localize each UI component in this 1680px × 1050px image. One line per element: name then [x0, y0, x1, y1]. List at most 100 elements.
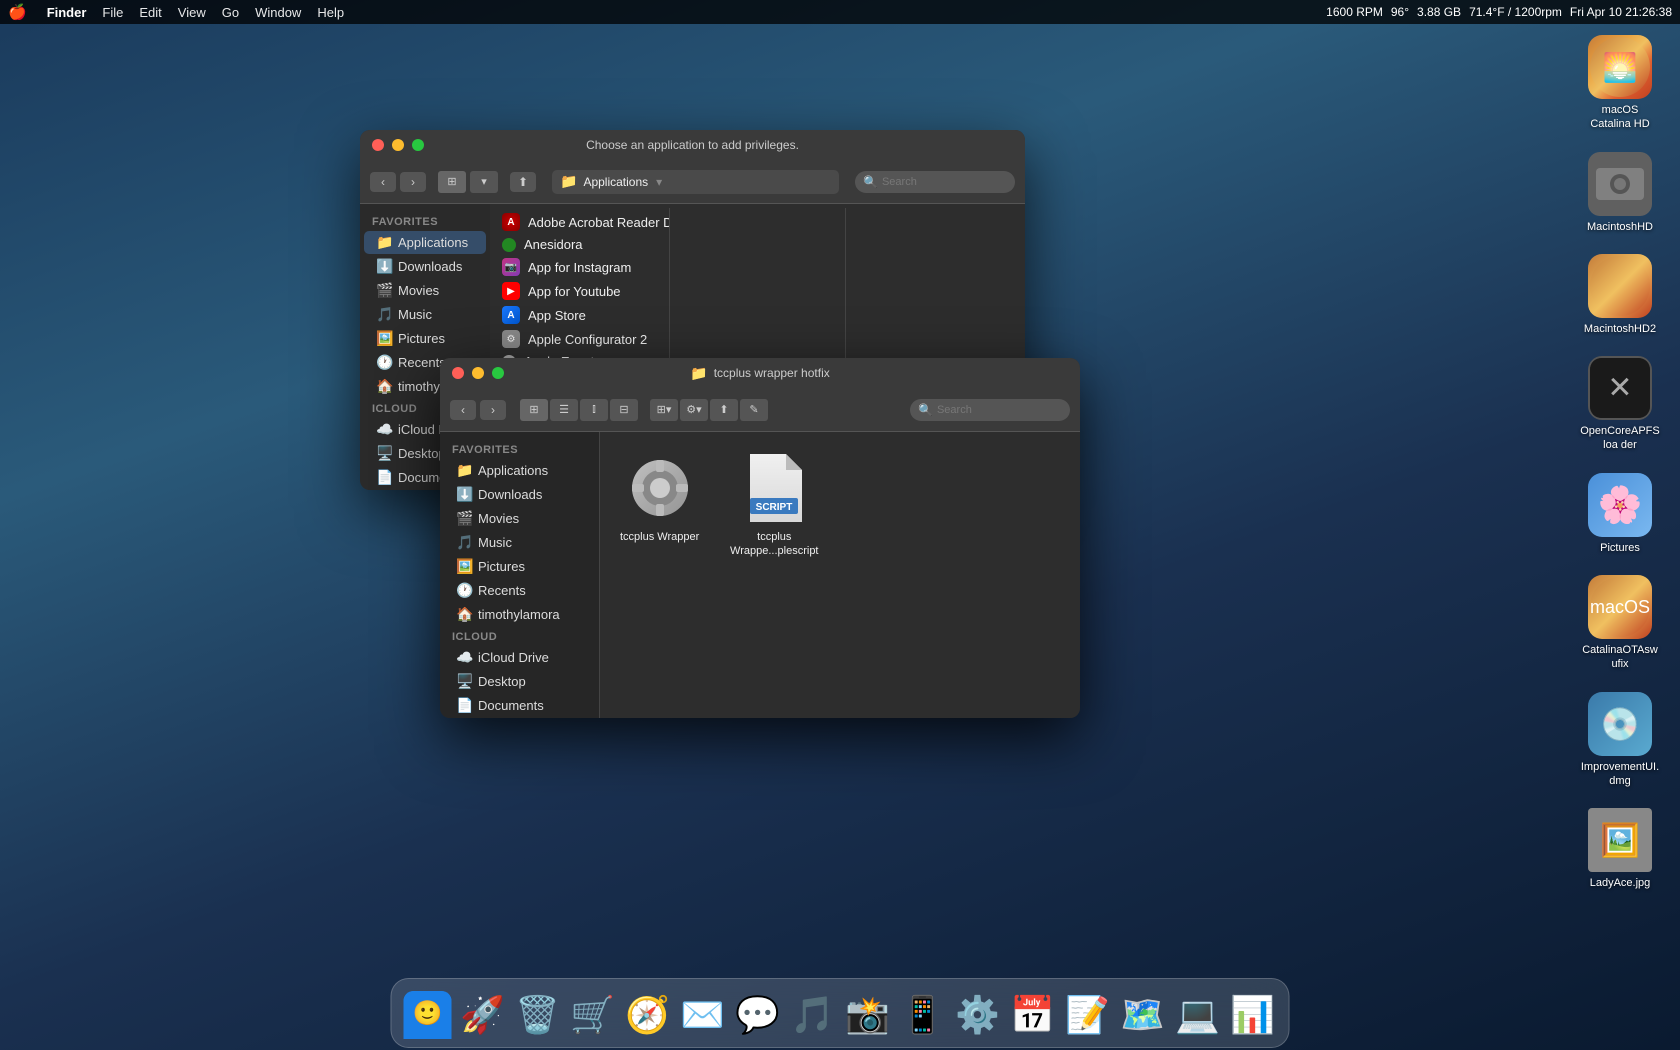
tccplus-wrapper-item[interactable]: tccplus Wrapper [620, 452, 699, 544]
file-item-configurator[interactable]: ⚙ Apple Configurator 2 [490, 327, 669, 351]
tccplus-script-item[interactable]: SCRIPT tccplus Wrappe...plescript [729, 452, 819, 559]
desktop-icon-catalinaota[interactable]: macOS CatalinaOTAswufix [1580, 575, 1660, 672]
dock-calendar[interactable]: 📅 [1007, 989, 1059, 1041]
dock-notes[interactable]: 📝 [1062, 989, 1114, 1041]
fg-sidebar-applications[interactable]: 📁 Applications [444, 459, 595, 482]
movies-icon: 🎬 [376, 282, 392, 299]
dock-terminal[interactable]: 💻 [1172, 989, 1224, 1041]
favorites-label: Favorites [360, 212, 490, 230]
fg-back-button[interactable]: ‹ [450, 400, 476, 420]
sidebar-item-label: Downloads [398, 259, 462, 274]
menubar-left: 🍎 Finder File Edit View Go Window Help [8, 3, 344, 21]
file-item-adobe[interactable]: A Adobe Acrobat Reader DC [490, 210, 669, 234]
fg-icloud-label: iCloud [440, 627, 599, 645]
desktop-icon-ladyace[interactable]: 🖼️ LadyAce.jpg [1580, 808, 1660, 890]
dock-activity[interactable]: 📊 [1227, 989, 1279, 1041]
file-item-appstore[interactable]: A App Store [490, 303, 669, 327]
file-item-youtube[interactable]: ▶ App for Youtube [490, 279, 669, 303]
menubar-window[interactable]: Window [255, 5, 301, 20]
fg-favorites-label: Favorites [440, 440, 599, 458]
sidebar-item-label: iCloud Drive [478, 650, 549, 665]
fg-forward-button[interactable]: › [480, 400, 506, 420]
apple-menu[interactable]: 🍎 [8, 3, 27, 21]
sidebar-item-label: Applications [398, 235, 468, 250]
fg-cover-view[interactable]: ⊟ [610, 399, 638, 421]
desktop-icon-macintoshhd2[interactable]: MacintoshHD2 [1580, 254, 1660, 336]
sidebar-item-applications[interactable]: 📁 Applications [364, 231, 486, 254]
menubar: 🍎 Finder File Edit View Go Window Help 1… [0, 0, 1680, 24]
documents-icon: 📄 [376, 469, 392, 486]
file-item-anesidora[interactable]: Anesidora [490, 234, 669, 255]
menubar-file[interactable]: File [102, 5, 123, 20]
fg-groupby-btn[interactable]: ⊞▾ [650, 399, 678, 421]
fg-minimize-button[interactable] [472, 367, 484, 379]
sidebar-item-label: Pictures [478, 559, 525, 574]
dock-music[interactable]: 🎵 [787, 989, 839, 1041]
sidebar-item-music[interactable]: 🎵 Music [364, 303, 486, 326]
dock: 🙂 🚀 🗑️ 🛒 🧭 ✉️ 💬 🎵 📸 📱 ⚙️ 📅 📝 🗺️ 💻 📊 [391, 978, 1290, 1048]
fg-share-btn[interactable]: ⬆ [710, 399, 738, 421]
maximize-button[interactable] [412, 139, 424, 151]
dock-photos[interactable]: 📸 [842, 989, 894, 1041]
fg-maximize-button[interactable] [492, 367, 504, 379]
menubar-help[interactable]: Help [317, 5, 344, 20]
sidebar-item-movies[interactable]: 🎬 Movies [364, 279, 486, 302]
menubar-go[interactable]: Go [222, 5, 239, 20]
fg-sidebar-desktop[interactable]: 🖥️ Desktop [444, 670, 595, 693]
file-item-instagram[interactable]: 📷 App for Instagram [490, 255, 669, 279]
desktop-icon-pictures[interactable]: 🌸 Pictures [1580, 473, 1660, 555]
view-select: ⊞ ▾ [438, 171, 498, 193]
fg-sidebar-recents[interactable]: 🕐 Recents [444, 579, 595, 602]
tccplus-wrapper-label: tccplus Wrapper [620, 530, 699, 544]
dock-maps[interactable]: 🗺️ [1117, 989, 1169, 1041]
fg-content-area: tccplus Wrapper [600, 432, 1080, 718]
desktop-icon-macintoshhd[interactable]: MacintoshHD [1580, 152, 1660, 234]
fg-sidebar-home[interactable]: 🏠 timothylamora [444, 603, 595, 626]
dock-finder[interactable]: 🙂 [402, 989, 454, 1041]
file-name: App Store [528, 308, 586, 323]
fg-grid-view[interactable]: ⊞ [520, 399, 548, 421]
view-dropdown[interactable]: ▾ [470, 171, 498, 193]
location-bar: 📁 Applications ▾ [552, 170, 839, 194]
search-bar[interactable]: 🔍 Search [855, 171, 1015, 193]
fg-sidebar-downloads[interactable]: ⬇️ Downloads [444, 483, 595, 506]
minimize-button[interactable] [392, 139, 404, 151]
dock-safari[interactable]: 🧭 [622, 989, 674, 1041]
dock-mail[interactable]: ✉️ [677, 989, 729, 1041]
forward-button[interactable]: › [400, 172, 426, 192]
icloud-icon: ☁️ [376, 421, 392, 438]
fg-sidebar-music[interactable]: 🎵 Music [444, 531, 595, 554]
desktop-icon-improvement[interactable]: 💿 ImprovementUI.dmg [1580, 692, 1660, 789]
fg-edit-btn[interactable]: ✎ [740, 399, 768, 421]
search-icon: 🔍 [863, 175, 878, 189]
fg-search-bar[interactable]: 🔍 Search [910, 399, 1070, 421]
sidebar-item-downloads[interactable]: ⬇️ Downloads [364, 255, 486, 278]
fg-close-button[interactable] [452, 367, 464, 379]
view-icon-btn[interactable]: ⊞ [438, 171, 466, 193]
close-button[interactable] [372, 139, 384, 151]
fg-window-titlebar: 📁 tccplus wrapper hotfix [440, 358, 1080, 388]
fg-sidebar-documents[interactable]: 📄 Documents [444, 694, 595, 717]
fg-sidebar-movies[interactable]: 🎬 Movies [444, 507, 595, 530]
menubar-edit[interactable]: Edit [139, 5, 161, 20]
desktop-icon-catalina[interactable]: 🌅 macOS Catalina HD [1580, 35, 1660, 132]
dock-launchpad[interactable]: 🚀 [457, 989, 509, 1041]
dock-trash[interactable]: 🗑️ [512, 989, 564, 1041]
desktop-icon-label: MacintoshHD2 [1584, 322, 1656, 336]
dock-preferences[interactable]: ⚙️ [952, 989, 1004, 1041]
dock-messages[interactable]: 💬 [732, 989, 784, 1041]
fg-actions-btn[interactable]: ⚙▾ [680, 399, 708, 421]
desktop-icon-opencore[interactable]: ✕ OpenCoreAPFSloa der [1580, 356, 1660, 453]
dock-appstore[interactable]: 🛒 [567, 989, 619, 1041]
fg-list-view[interactable]: ☰ [550, 399, 578, 421]
share-button[interactable]: ⬆ [510, 172, 536, 192]
back-button[interactable]: ‹ [370, 172, 396, 192]
sidebar-item-pictures[interactable]: 🖼️ Pictures [364, 327, 486, 350]
dock-facetime[interactable]: 📱 [897, 989, 949, 1041]
fg-icloud-icon: ☁️ [456, 649, 472, 666]
fg-sidebar-pictures[interactable]: 🖼️ Pictures [444, 555, 595, 578]
menubar-view[interactable]: View [178, 5, 206, 20]
fg-sidebar-icloud[interactable]: ☁️ iCloud Drive [444, 646, 595, 669]
fg-column-view[interactable]: ⫾ [580, 399, 608, 421]
menubar-datetime: Fri Apr 10 21:26:38 [1570, 5, 1672, 19]
